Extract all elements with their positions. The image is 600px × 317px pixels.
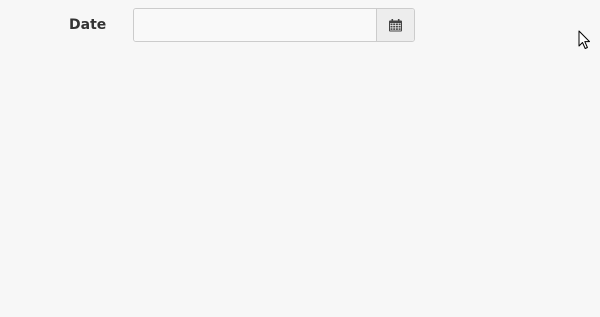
calendar-button[interactable] bbox=[376, 9, 414, 41]
date-input-group bbox=[133, 8, 415, 42]
mouse-pointer-icon bbox=[578, 30, 590, 49]
page: Date bbox=[0, 0, 600, 317]
date-input[interactable] bbox=[134, 9, 376, 41]
date-label: Date bbox=[69, 17, 107, 33]
date-form-row: Date bbox=[0, 8, 420, 42]
calendar-icon bbox=[389, 18, 402, 31]
